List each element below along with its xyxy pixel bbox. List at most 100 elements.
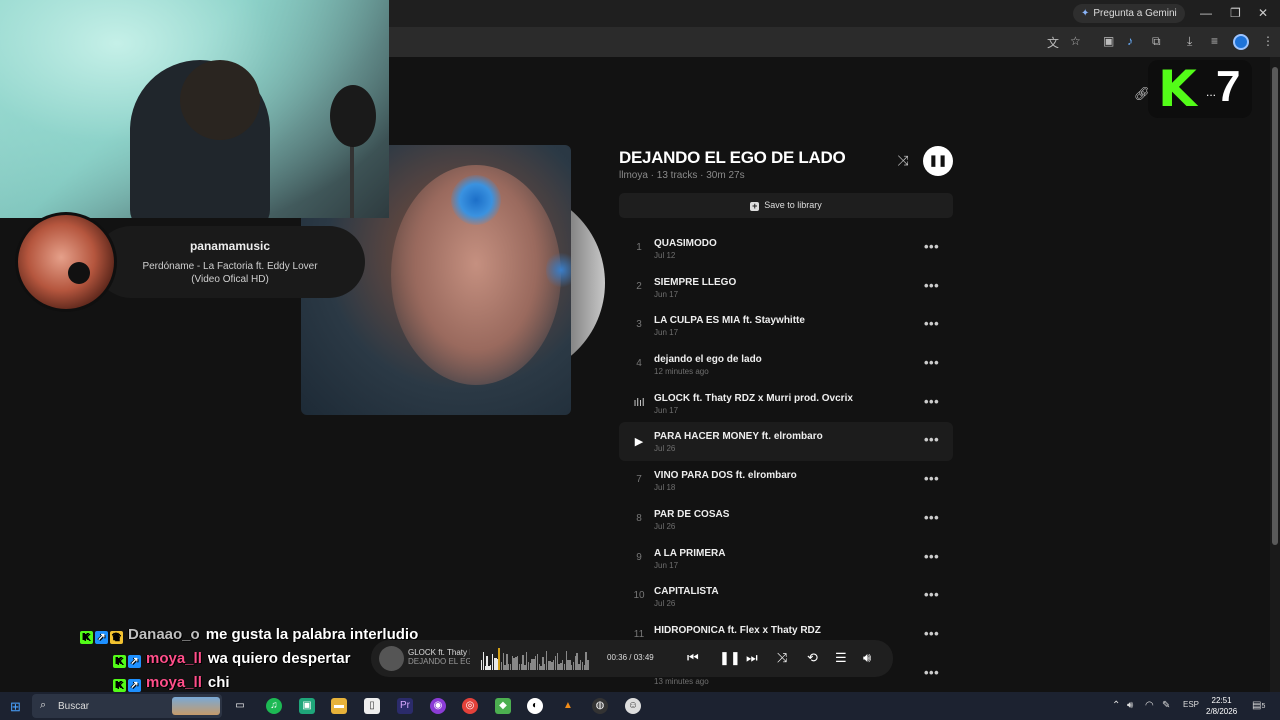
track-row[interactable]: 7 VINO PARA DOS ft. elrombaro Jul 18 •••	[619, 461, 953, 500]
track-name[interactable]: HIDROPONICA ft. Flex x Thaty RDZ	[654, 625, 821, 636]
track-row-playing[interactable]: ılıl GLOCK ft. Thaty RDZ x Murri prod. O…	[619, 384, 953, 423]
artist-avatar	[15, 212, 117, 312]
scrollbar-thumb[interactable]	[1272, 67, 1278, 545]
repeat-icon[interactable]: ⟲	[807, 650, 818, 666]
track-name[interactable]: CAPITALISTA	[654, 586, 719, 597]
obs-icon[interactable]: ◍	[592, 698, 608, 714]
track-name[interactable]: PARA HACER MONEY ft. elrombaro	[654, 431, 823, 442]
more-options-icon[interactable]: •••	[924, 587, 939, 602]
more-options-icon[interactable]: •••	[924, 510, 939, 525]
app-avatar-icon[interactable]: ☺	[625, 698, 641, 714]
more-options-icon[interactable]: •••	[924, 355, 939, 370]
volume-tray-icon[interactable]: 🔊︎	[1127, 700, 1133, 711]
chat-text: chi	[207, 674, 230, 691]
language-indicator[interactable]: ESP	[1183, 700, 1199, 709]
vlc-icon[interactable]: ▲	[560, 698, 576, 714]
taskbar-search[interactable]: ⌕ Buscar	[32, 694, 222, 718]
more-options-icon[interactable]: •••	[924, 394, 939, 409]
close-icon[interactable]: ✕	[1258, 6, 1268, 20]
notification-icon[interactable]: ▤5	[1252, 700, 1265, 711]
pen-icon[interactable]: ✎	[1162, 700, 1170, 711]
bookmark-star-icon[interactable]: ☆	[1070, 34, 1081, 48]
waveform-progress[interactable]	[481, 648, 591, 670]
playlist-title: DEJANDO EL EGO DE LADO	[619, 148, 846, 167]
media-queue-icon[interactable]: ≡	[1211, 34, 1218, 48]
track-name[interactable]: SIEMPRE LLEGO	[654, 277, 736, 288]
track-row[interactable]: 9 A LA PRIMERA Jun 17 •••	[619, 539, 953, 578]
page-scrollbar[interactable]	[1270, 57, 1280, 692]
track-name[interactable]: GLOCK ft. Thaty RDZ x Murri prod. Ovcrix	[654, 393, 853, 404]
tab-icon[interactable]: ▣	[1103, 34, 1114, 48]
more-options-icon[interactable]: •••	[924, 432, 939, 447]
track-row[interactable]: 10 CAPITALISTA Jul 26 •••	[619, 577, 953, 616]
more-options-icon[interactable]: •••	[924, 471, 939, 486]
profile-avatar[interactable]	[1233, 34, 1249, 50]
more-options-icon[interactable]: •••	[924, 316, 939, 331]
translate-icon[interactable]: 文	[1047, 34, 1059, 51]
document-icon[interactable]: ▯	[364, 698, 380, 714]
logo-number: 7	[1216, 62, 1241, 111]
save-to-library-button[interactable]: + Save to library	[619, 193, 953, 218]
app-green-tool-icon[interactable]: ◆	[495, 698, 511, 714]
track-name[interactable]: dejando el ego de lado	[654, 354, 762, 365]
more-options-icon[interactable]: •••	[924, 665, 939, 680]
track-row[interactable]: 1 QUASIMODO Jul 12 •••	[619, 229, 953, 268]
restore-icon[interactable]: ❐	[1230, 6, 1241, 20]
shuffle-icon[interactable]: ⤨	[777, 650, 787, 666]
play-track-icon[interactable]: ▶	[627, 435, 651, 448]
player-track-subtitle[interactable]: DEJANDO EL EGO DE LADO	[408, 657, 470, 666]
more-options-icon[interactable]: •••	[924, 239, 939, 254]
player-thumbnail[interactable]	[379, 646, 404, 671]
logo-dots: ...	[1206, 85, 1217, 99]
more-options-icon[interactable]: •••	[924, 278, 939, 293]
track-name[interactable]: VINO PARA DOS ft. elrombaro	[654, 470, 797, 481]
artwork-eye	[451, 175, 501, 225]
menu-kebab-icon[interactable]: ⋮	[1262, 34, 1274, 48]
track-row[interactable]: 2 SIEMPRE LLEGO Jun 17 •••	[619, 268, 953, 307]
previous-icon[interactable]: ⏮︎	[687, 650, 699, 666]
download-icon[interactable]: ⤓	[1187, 34, 1192, 49]
app-circle-icon[interactable]: ◐	[527, 698, 543, 714]
waveform-bar	[587, 659, 589, 670]
track-name[interactable]: LA CULPA ES MIA ft. Staywhitte	[654, 315, 805, 326]
track-name[interactable]: QUASIMODO	[654, 238, 717, 249]
discord-icon[interactable]: ◉	[430, 698, 446, 714]
app-green-icon[interactable]: ▣	[299, 698, 315, 714]
premiere-icon[interactable]: Pr	[397, 698, 413, 714]
file-explorer-icon[interactable]: ▬	[331, 698, 347, 714]
track-row[interactable]: 4 dejando el ego de lado 12 minutes ago …	[619, 345, 953, 384]
track-row[interactable]: 3 LA CULPA ES MIA ft. Staywhitte Jun 17 …	[619, 306, 953, 345]
minimize-icon[interactable]: —	[1200, 6, 1212, 20]
track-number: 8	[636, 512, 642, 524]
gemini-label: Pregunta a Gemini	[1093, 8, 1177, 19]
player-track-title[interactable]: GLOCK ft. Thaty RDZ x Murri prod. Ovcrix	[408, 648, 470, 657]
tray-chevron-icon[interactable]: ⌃	[1112, 700, 1120, 711]
track-list: 1 QUASIMODO Jul 12 ••• 2 SIEMPRE LLEGO J…	[619, 229, 953, 693]
track-date: Jun 17	[654, 560, 679, 570]
extension-audio-icon[interactable]: ♪	[1127, 34, 1133, 48]
shuffle-button[interactable]: ⤨	[893, 150, 913, 170]
gemini-button[interactable]: ✦ Pregunta a Gemini	[1073, 4, 1185, 23]
track-row[interactable]: 8 PAR DE COSAS Jul 26 •••	[619, 500, 953, 539]
search-icon: ⌕	[40, 699, 47, 711]
playlist-pause-button[interactable]: ❚❚	[923, 146, 953, 176]
queue-icon[interactable]: ☰	[835, 650, 847, 666]
volume-icon[interactable]: 🔊︎	[863, 650, 871, 666]
next-icon[interactable]: ⏭︎	[746, 650, 758, 666]
pause-icon[interactable]: ❚❚	[719, 650, 741, 666]
taskbar-clock[interactable]: 22:51 2/8/2026	[1206, 695, 1237, 717]
windows-start-icon[interactable]: ⊞	[10, 699, 21, 715]
now-playing-overlay: panamamusic Perdóname - La Factoria ft. …	[15, 212, 365, 312]
track-name[interactable]: A LA PRIMERA	[654, 548, 725, 559]
track-name[interactable]: PAR DE COSAS	[654, 509, 729, 520]
more-options-icon[interactable]: •••	[924, 549, 939, 564]
wifi-icon[interactable]: ◠	[1145, 700, 1154, 711]
task-view-icon[interactable]: ▭	[232, 698, 248, 714]
playhead-marker[interactable]	[498, 648, 501, 670]
extensions-icon[interactable]: ⧉	[1152, 34, 1161, 49]
spotify-icon[interactable]: ♫	[266, 698, 282, 714]
overlay-username: panamamusic	[189, 239, 271, 253]
track-row-hovered[interactable]: ▶ PARA HACER MONEY ft. elrombaro Jul 26 …	[619, 422, 953, 462]
chrome-icon[interactable]: ◎	[462, 698, 478, 714]
more-options-icon[interactable]: •••	[924, 626, 939, 641]
